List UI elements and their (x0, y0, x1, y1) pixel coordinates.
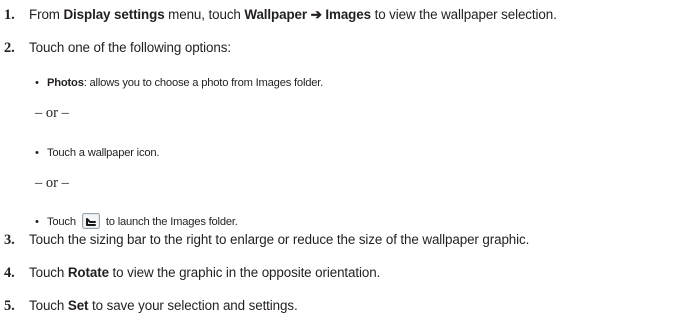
text-run: Touch (29, 265, 68, 280)
button-name-set: Set (67, 298, 89, 313)
option-wallpaper-icon: • Touch a wallpaper icon. (35, 147, 160, 159)
step-text: Touch the sizing bar to the right to enl… (29, 232, 530, 247)
option-images-folder: • Touch to launch the Images folder. (35, 213, 238, 230)
option-text: : allows you to choose a photo from Imag… (83, 77, 324, 89)
step-number: 4. (4, 265, 15, 281)
menu-name-wallpaper: Wallpaper (244, 7, 308, 22)
option-text: to launch the Images folder. (105, 215, 238, 228)
step-text: From Display settings menu, touch Wallpa… (29, 7, 557, 23)
bullet-icon: • (35, 77, 39, 89)
option-text: Touch a wallpaper icon. (47, 147, 160, 159)
arrow-icon: ➔ (307, 7, 326, 22)
step-number: 1. (4, 7, 15, 23)
text-run: menu, touch (164, 7, 245, 22)
text-run: to view the wallpaper selection. (370, 7, 557, 22)
text-run: From (29, 7, 64, 22)
button-name-rotate: Rotate (67, 265, 109, 280)
step-text: Touch one of the following options: (29, 40, 231, 55)
menu-name-images: Images (325, 7, 371, 22)
instruction-document: 1. From Display settings menu, touch Wal… (0, 0, 674, 327)
step-number: 3. (4, 232, 15, 248)
bullet-icon: • (35, 215, 39, 228)
step-number: 5. (4, 298, 15, 314)
step-number: 2. (4, 40, 15, 56)
bullet-icon: • (35, 147, 39, 159)
images-folder-icon (81, 213, 100, 229)
step-text: Touch Set to save your selection and set… (29, 298, 298, 313)
option-text: Touch (47, 215, 76, 228)
option-name: Photos (47, 77, 84, 89)
text-run: to save your selection and settings. (88, 298, 298, 313)
or-separator: – or – (35, 105, 69, 121)
text-run: to view the graphic in the opposite orie… (108, 265, 381, 280)
option-photos: • Photos: allows you to choose a photo fr… (35, 77, 323, 89)
menu-name-display-settings: Display settings (63, 7, 165, 22)
text-run: Touch (29, 298, 68, 313)
step-text: Touch Rotate to view the graphic in the … (29, 265, 380, 280)
or-separator: – or – (35, 175, 69, 191)
